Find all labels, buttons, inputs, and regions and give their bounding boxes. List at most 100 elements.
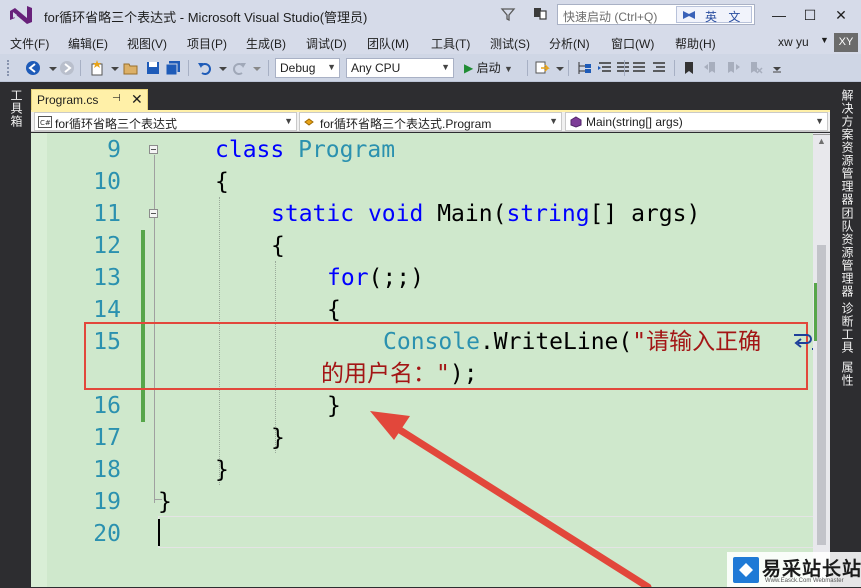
- menu-window[interactable]: 窗口(W): [611, 35, 654, 52]
- collapse-toggle-icon[interactable]: [149, 145, 158, 154]
- type-name: Program: [298, 137, 396, 163]
- watermark: 易采站长站 Www.Easck.Com Webmaster: [727, 552, 861, 587]
- selection-margin[interactable]: [31, 133, 47, 587]
- window-title: for循环省略三个表达式 - Microsoft Visual Studio(管…: [44, 10, 368, 25]
- avatar[interactable]: XY: [834, 33, 858, 52]
- next-bookmark-icon[interactable]: [724, 59, 742, 77]
- toolbar-separator: [624, 60, 625, 76]
- close-button[interactable]: ✕: [828, 2, 854, 28]
- find-in-files-icon[interactable]: [533, 59, 551, 77]
- open-file-icon[interactable]: [122, 59, 140, 77]
- format-document-icon[interactable]: [596, 59, 614, 77]
- solution-explorer-icon[interactable]: [576, 59, 594, 77]
- save-icon[interactable]: [144, 59, 162, 77]
- tab-program-cs[interactable]: Program.cs ⊣ ✕: [31, 89, 148, 111]
- line-number: 13: [93, 265, 121, 291]
- comment-lines-icon[interactable]: [630, 59, 648, 77]
- collapse-toggle-icon[interactable]: [149, 209, 158, 218]
- uncomment-lines-icon[interactable]: [650, 59, 668, 77]
- menu-test[interactable]: 测试(S): [490, 35, 530, 52]
- menu-build[interactable]: 生成(B): [246, 35, 286, 52]
- params: [] args): [589, 201, 701, 227]
- feedback-icon[interactable]: [531, 5, 549, 23]
- toolbar-separator: [527, 60, 528, 76]
- solution-configuration-select[interactable]: Debug ▼: [275, 58, 340, 78]
- bookmark-icon[interactable]: [680, 59, 698, 77]
- code-line-13: for(;;): [327, 262, 424, 294]
- save-all-icon[interactable]: [164, 59, 182, 77]
- previous-bookmark-icon[interactable]: [702, 59, 720, 77]
- title-bar: for循环省略三个表达式 - Microsoft Visual Studio(管…: [0, 0, 861, 30]
- menu-help[interactable]: 帮助(H): [675, 35, 716, 52]
- diagnostic-tools-tab[interactable]: 诊断工具: [839, 302, 856, 354]
- redo-icon[interactable]: [230, 59, 248, 77]
- maximize-button[interactable]: ☐: [797, 2, 823, 28]
- project-name: for循环省略三个表达式: [55, 117, 178, 131]
- member-dropdown[interactable]: Main(string[] args) ▼: [565, 112, 828, 131]
- menu-view[interactable]: 视图(V): [127, 35, 167, 52]
- line-number: 10: [93, 169, 121, 195]
- line-number: 20: [93, 521, 121, 547]
- line-number: 18: [93, 457, 121, 483]
- code-line-12: {: [271, 233, 285, 259]
- undo-icon[interactable]: [196, 59, 214, 77]
- pin-icon[interactable]: ⊣: [112, 93, 121, 104]
- code-line-10: {: [215, 169, 229, 195]
- scrollbar-change-mark: [814, 283, 817, 341]
- keyword: void: [367, 201, 424, 227]
- team-explorer-tab[interactable]: 团队资源管理器: [839, 207, 856, 298]
- line-number: 12: [93, 233, 121, 259]
- code-line-11: static void Main(string[] args): [271, 198, 700, 230]
- minimize-button[interactable]: —: [766, 2, 792, 28]
- chevron-down-icon: ▼: [327, 62, 336, 72]
- line-number: 19: [93, 489, 121, 515]
- standard-toolbar: Debug ▼ Any CPU ▼ ▶ 启动 ▼: [0, 54, 861, 82]
- navigate-back-icon[interactable]: [24, 59, 42, 77]
- right-tool-strip: 解决方案资源管理器 团队资源管理器 诊断工具 属性: [830, 83, 861, 587]
- keyword: static: [271, 201, 355, 227]
- menu-file[interactable]: 文件(F): [10, 35, 49, 52]
- menu-edit[interactable]: 编辑(E): [68, 35, 108, 52]
- menu-bar: 文件(F) 编辑(E) 视图(V) 项目(P) 生成(B) 调试(D) 团队(M…: [0, 30, 861, 54]
- project-dropdown[interactable]: C# for循环省略三个表达式 ▼: [34, 112, 297, 131]
- toolbar-grip[interactable]: [7, 60, 11, 76]
- ime-indicator[interactable]: 英 文: [676, 6, 752, 24]
- menu-analyze[interactable]: 分析(N): [549, 35, 590, 52]
- chevron-down-icon: ▼: [815, 116, 824, 126]
- dropdown-arrow-icon[interactable]: [551, 59, 569, 77]
- vertical-scrollbar[interactable]: ▲: [813, 133, 830, 587]
- user-name[interactable]: xw yu: [778, 35, 809, 49]
- scroll-up-icon[interactable]: ▲: [817, 136, 826, 146]
- scrollbar-thumb[interactable]: [817, 245, 826, 545]
- code-editor[interactable]: 9 10 11 12 13 14 15 16 17 18 19 20 class…: [31, 133, 830, 587]
- type-dropdown[interactable]: for循环省略三个表达式.Program ▼: [299, 112, 562, 131]
- chevron-down-icon[interactable]: ▼: [820, 35, 829, 45]
- toolbox-tab[interactable]: 工具箱: [8, 89, 25, 128]
- ime-keyboard-icon: [683, 11, 695, 19]
- for-header: (;;): [368, 265, 424, 291]
- current-line-highlight: [158, 516, 814, 548]
- toolbar-options-icon[interactable]: [768, 59, 786, 77]
- properties-tab[interactable]: 属性: [839, 361, 856, 387]
- keyword: class: [215, 137, 285, 163]
- clear-bookmarks-icon[interactable]: [746, 59, 764, 77]
- toolbar-separator: [674, 60, 675, 76]
- toolbar-separator: [188, 60, 189, 76]
- new-project-icon[interactable]: [88, 59, 106, 77]
- quick-launch-input[interactable]: 快速启动 (Ctrl+Q) 英 文: [557, 4, 755, 25]
- navigate-forward-icon[interactable]: [58, 59, 76, 77]
- menu-debug[interactable]: 调试(D): [306, 35, 347, 52]
- solution-platform-select[interactable]: Any CPU ▼: [346, 58, 454, 78]
- configuration-value: Debug: [280, 61, 316, 75]
- notification-filter-icon[interactable]: [499, 5, 517, 23]
- dropdown-arrow-icon[interactable]: [248, 59, 266, 77]
- start-button[interactable]: ▶ 启动 ▼: [464, 59, 513, 76]
- navigation-bar: C# for循环省略三个表达式 ▼ for循环省略三个表达式.Program ▼…: [31, 112, 830, 132]
- solution-explorer-tab[interactable]: 解决方案资源管理器: [839, 89, 856, 206]
- close-tab-icon[interactable]: ✕: [131, 91, 143, 108]
- code-line-19: }: [158, 489, 172, 515]
- menu-team[interactable]: 团队(M): [367, 35, 409, 52]
- menu-tools[interactable]: 工具(T): [431, 35, 470, 52]
- menu-project[interactable]: 项目(P): [187, 35, 227, 52]
- method-name: Main(: [437, 201, 507, 227]
